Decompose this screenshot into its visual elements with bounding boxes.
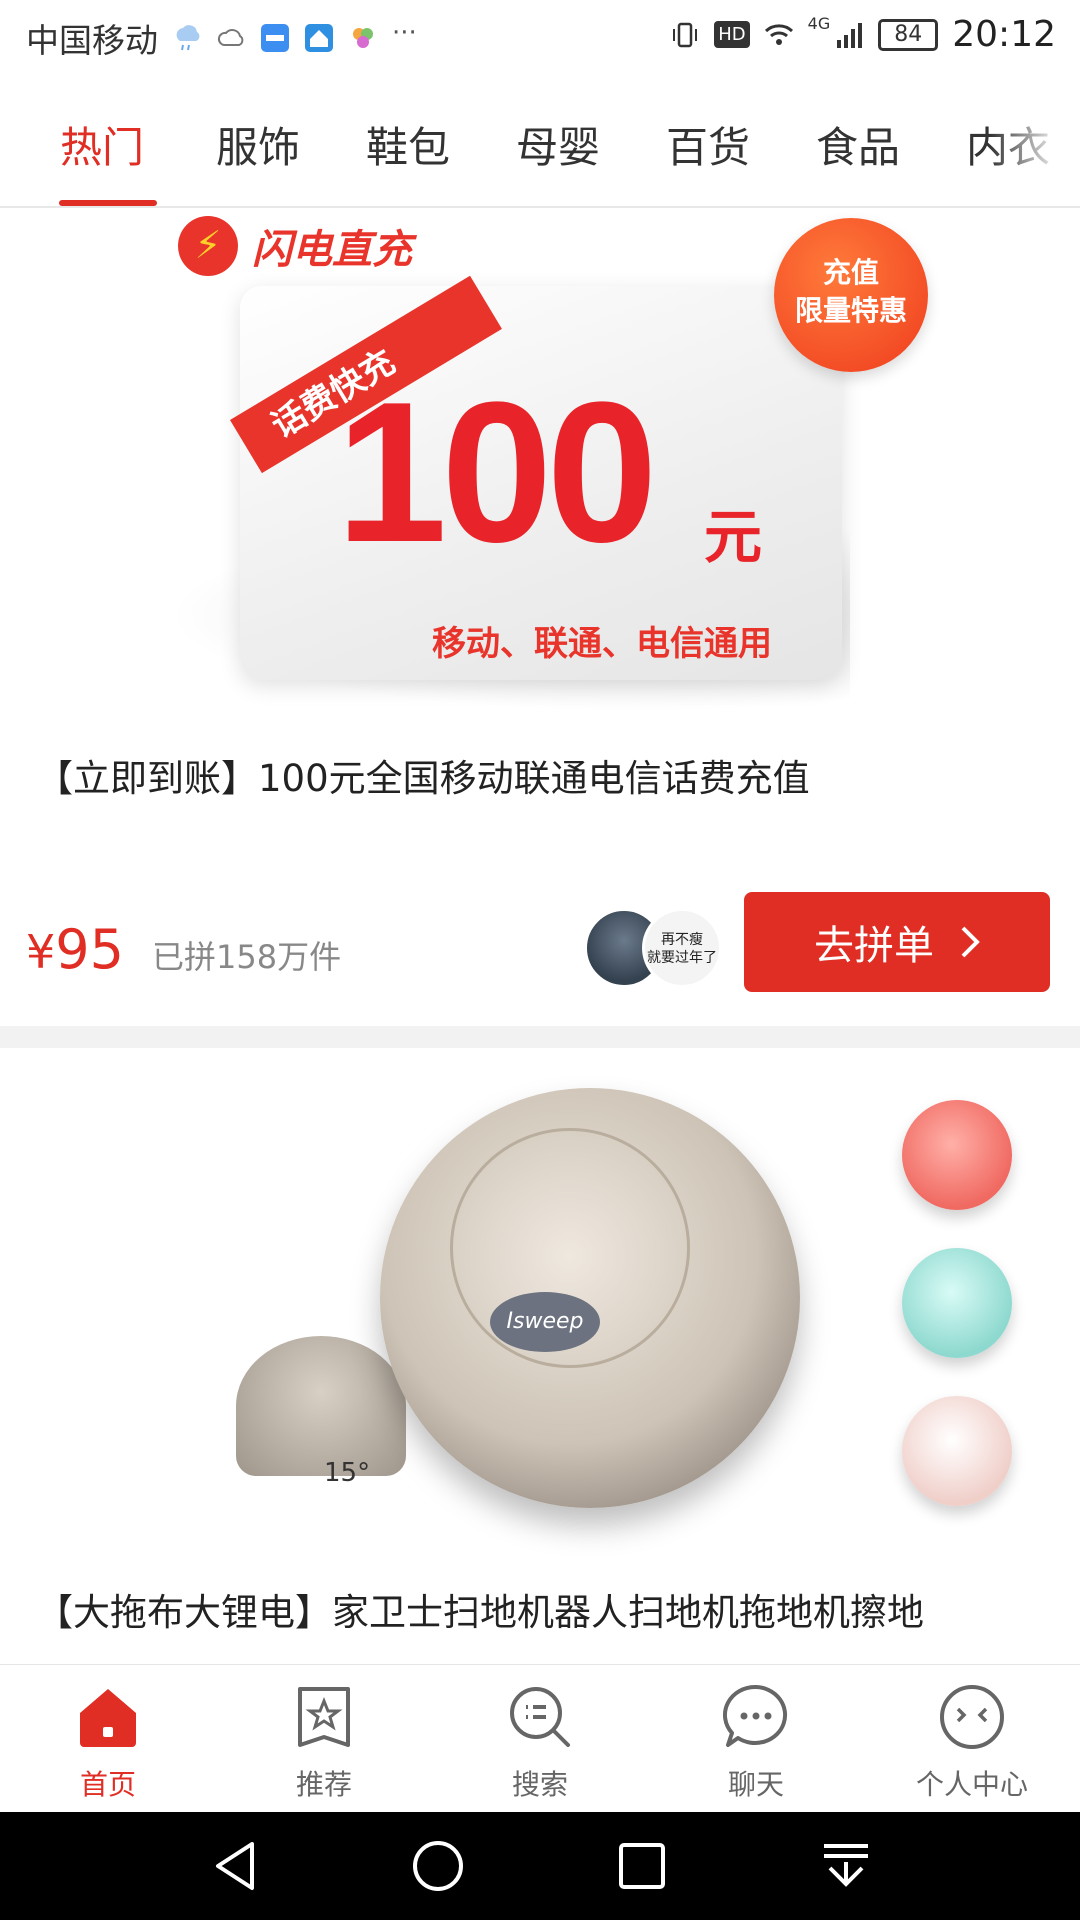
price-row: ¥95 已拼158万件 再不瘦 就要过年了 去拼单 — [0, 878, 1080, 1026]
tab-food[interactable]: 食品 — [816, 114, 900, 175]
nav-chat[interactable]: 聊天 — [648, 1665, 864, 1813]
search-icon — [510, 1687, 570, 1747]
tab-apparel[interactable]: 服饰 — [216, 114, 300, 175]
hd-badge: HD — [714, 21, 750, 48]
angle-label: 15° — [324, 1458, 371, 1488]
avatar-text-line-2: 就要过年了 — [647, 950, 717, 966]
buyer-avatars: 再不瘦 就要过年了 — [584, 908, 724, 990]
chevron-right-icon — [961, 926, 980, 958]
product-title[interactable]: 【大拖布大锂电】家卫士扫地机器人扫地机拖地机擦地 — [0, 1558, 1080, 1638]
nav-label: 聊天 — [727, 1768, 784, 1801]
carrier-name: 中国移动 — [26, 21, 158, 60]
credit-unit: 元 — [704, 503, 763, 571]
status-bar: 中国移动 ··· HD 4G 84 20:12 — [0, 0, 1080, 76]
tab-mother-baby[interactable]: 母婴 — [516, 114, 600, 175]
avatar: 再不瘦 就要过年了 — [642, 908, 722, 988]
home-icon — [80, 1689, 136, 1747]
product-card[interactable]: ⚡ 闪电直充 话费快充 100 元 移动、联通、电信通用 充值 限量特惠 【立即… — [0, 210, 1080, 1026]
brand-badge: ⚡ 闪电直充 — [178, 216, 412, 276]
robot-logo: Isweep — [490, 1292, 600, 1352]
join-group-buy-button[interactable]: 去拼单 — [744, 892, 1050, 992]
cloud-icon — [217, 29, 244, 46]
carrier-compatibility: 移动、联通、电信通用 — [432, 624, 772, 664]
tab-shoes-bags[interactable]: 鞋包 — [366, 114, 450, 175]
card-divider — [0, 1026, 1080, 1048]
notification-pulldown-icon[interactable] — [818, 1838, 874, 1894]
nav-search[interactable]: 搜索 — [432, 1665, 648, 1813]
sold-count: 已拼158万件 — [152, 938, 342, 976]
nav-label: 推荐 — [295, 1768, 352, 1801]
tab-hot[interactable]: 热门 — [60, 114, 144, 175]
system-navigation-bar — [0, 1812, 1080, 1920]
color-variant-red — [902, 1100, 1012, 1210]
brand-text: 闪电直充 — [252, 227, 412, 273]
battery-indicator: 84 — [878, 18, 939, 51]
promo-line-1: 充值 — [822, 256, 879, 289]
color-variant-pink — [902, 1396, 1012, 1506]
promo-badge: 充值 限量特惠 — [774, 218, 928, 372]
signal-icon — [837, 22, 863, 48]
nav-label: 个人中心 — [915, 1768, 1028, 1801]
active-tab-indicator — [59, 200, 157, 206]
nav-profile[interactable]: 个人中心 — [864, 1665, 1080, 1813]
home-app-icon — [305, 24, 333, 52]
rain-icon — [176, 25, 200, 51]
chat-icon — [722, 1684, 788, 1747]
status-left: 中国移动 ··· — [26, 14, 422, 62]
nav-recommend[interactable]: 推荐 — [216, 1665, 432, 1813]
back-icon[interactable] — [208, 1838, 264, 1894]
product-price: ¥95 — [26, 918, 124, 981]
status-right: HD 4G 84 20:12 — [670, 14, 1056, 55]
robot-side-view — [236, 1336, 406, 1476]
lightning-icon: ⚡ — [178, 216, 238, 276]
product-image-robot-vacuum[interactable]: 15° Isweep — [0, 1048, 1080, 1558]
clock: 20:12 — [952, 14, 1056, 55]
home-circle-icon[interactable] — [410, 1838, 466, 1894]
product-title[interactable]: 【立即到账】100元全国移动联通电信话费充值 — [0, 724, 1080, 878]
tab-general-goods[interactable]: 百货 — [666, 114, 750, 175]
network-type: 4G — [807, 14, 831, 33]
nav-label: 搜索 — [511, 1768, 568, 1801]
nav-label: 首页 — [79, 1768, 136, 1801]
product-card[interactable]: 15° Isweep 【大拖布大锂电】家卫士扫地机器人扫地机拖地机擦地 — [0, 1048, 1080, 1638]
price-value: 95 — [55, 918, 124, 981]
product-image-phone-credit[interactable]: ⚡ 闪电直充 话费快充 100 元 移动、联通、电信通用 充值 限量特惠 — [0, 210, 1080, 724]
avatar-text-line-1: 再不瘦 — [661, 932, 703, 948]
tab-fade-overlay — [990, 76, 1080, 206]
category-tabs: 热门 服饰 鞋包 母婴 百货 食品 内衣 — [0, 76, 1080, 208]
product-feed[interactable]: ⚡ 闪电直充 话费快充 100 元 移动、联通、电信通用 充值 限量特惠 【立即… — [0, 210, 1080, 1664]
wifi-icon — [764, 23, 793, 45]
currency-symbol: ¥ — [26, 925, 56, 979]
promo-line-2: 限量特惠 — [794, 294, 907, 327]
color-variant-teal — [902, 1248, 1012, 1358]
photos-app-icon — [353, 28, 373, 48]
star-bookmark-icon — [298, 1687, 350, 1747]
more-notifications-icon: ··· — [392, 18, 417, 48]
vibrate-icon — [673, 22, 698, 47]
recent-apps-icon[interactable] — [614, 1838, 670, 1894]
profile-icon — [940, 1685, 1004, 1749]
nav-home[interactable]: 首页 — [0, 1665, 216, 1813]
car-app-icon — [261, 24, 289, 52]
bottom-navigation: 首页 推荐 搜索 聊天 个人中心 — [0, 1664, 1080, 1812]
credit-amount: 100 — [336, 361, 658, 584]
join-group-buy-label: 去拼单 — [814, 923, 934, 969]
